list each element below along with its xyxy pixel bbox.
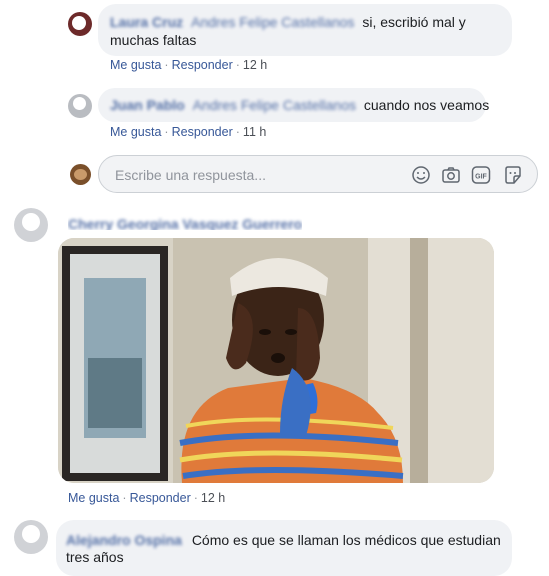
comment-author[interactable]: Alejandro Ospina [66, 532, 182, 548]
gif-image [58, 238, 494, 483]
sticker-icon[interactable] [502, 164, 524, 186]
avatar[interactable] [14, 520, 48, 554]
avatar[interactable] [68, 12, 92, 36]
comment-author[interactable]: Laura Cruz [110, 14, 183, 30]
avatar[interactable] [68, 94, 92, 118]
avatar[interactable] [14, 208, 48, 242]
comment-text-continued: tres años [66, 549, 124, 565]
reply-input[interactable] [113, 164, 397, 186]
svg-text:GIF: GIF [475, 174, 487, 181]
comment-author[interactable]: Juan Pablo [110, 97, 185, 113]
comment-actions: Me gusta · Responder · 12 h [68, 491, 226, 505]
mention-link[interactable]: Andres Felipe Castellanos [193, 97, 356, 113]
comment-bubble: Juan Pablo Andres Felipe Castellanos cua… [98, 88, 490, 122]
reply-link[interactable]: Responder [130, 491, 191, 505]
gif-attachment[interactable] [58, 238, 494, 483]
timestamp[interactable]: 12 h [201, 491, 225, 505]
like-link[interactable]: Me gusta [110, 58, 161, 72]
emoji-icon[interactable] [410, 164, 432, 186]
current-user-avatar [70, 164, 91, 185]
reply-link[interactable]: Responder [172, 58, 233, 72]
reply-box[interactable]: GIF [98, 155, 538, 193]
comment-text: cuando nos veamos [363, 97, 490, 113]
comment-actions: Me gusta · Responder · 12 h [110, 58, 268, 72]
camera-icon[interactable] [440, 164, 462, 186]
mention-link[interactable]: Andres Felipe Castellanos [191, 14, 354, 30]
comment-text: si, escribió mal y [362, 14, 466, 30]
comment-author[interactable]: Cherry Georgina Vasquez Guerrero [68, 216, 302, 230]
gif-icon[interactable]: GIF [470, 164, 492, 186]
comment-text-continued: muchas faltas [110, 32, 197, 48]
comment-actions: Me gusta · Responder · 11 h [110, 125, 267, 139]
comment-text: Cómo es que se llaman los médicos que es… [191, 532, 501, 548]
like-link[interactable]: Me gusta [110, 125, 161, 139]
timestamp[interactable]: 12 h [243, 58, 267, 72]
like-link[interactable]: Me gusta [68, 491, 119, 505]
timestamp[interactable]: 11 h [243, 125, 266, 139]
comment-bubble: Alejandro Ospina Cómo es que se llaman l… [56, 520, 512, 576]
comment-bubble: Laura Cruz Andres Felipe Castellanos si,… [98, 4, 512, 56]
reply-link[interactable]: Responder [172, 125, 233, 139]
